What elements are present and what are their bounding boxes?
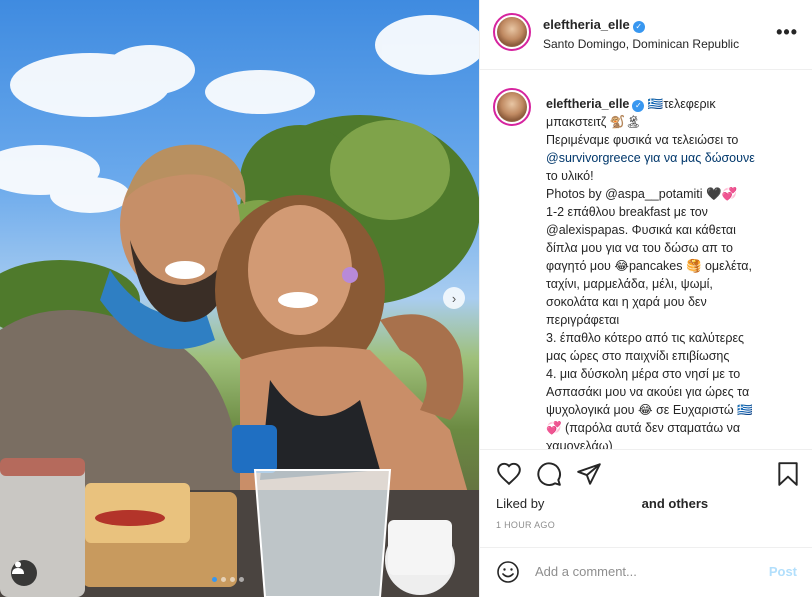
- carousel-dot: [239, 577, 244, 582]
- user-tag-button[interactable]: [11, 560, 37, 586]
- carousel-dot: [230, 577, 235, 582]
- caption-line: @alexispapas. Φυσικά και κάθεται: [546, 223, 736, 237]
- post-timestamp[interactable]: 1 HOUR AGO: [496, 520, 555, 530]
- add-comment-bar: Post: [480, 547, 812, 597]
- user-tag-icon: [12, 561, 24, 574]
- caption-mention-line[interactable]: @survivorgreece για να μας δώσουνε: [546, 151, 755, 165]
- caption-line: το υλικό!: [546, 169, 594, 183]
- photo-scene: [0, 15, 479, 597]
- bookmark-icon[interactable]: [775, 461, 801, 487]
- liked-by-label: Liked by: [496, 496, 545, 511]
- comment-icon[interactable]: [536, 461, 562, 487]
- caption-line: περιγράφεται: [546, 313, 620, 327]
- more-options-icon[interactable]: •••: [776, 22, 798, 43]
- caption-line: 1-2 επάθλου breakfast με τον: [546, 205, 708, 219]
- post-comment-button[interactable]: Post: [769, 564, 797, 579]
- caption-line: 4. μια δύσκολη μέρα στο νησί με το: [546, 367, 741, 381]
- post-side-panel: eleftheria_elle ✓ Santo Domingo, Dominica…: [479, 0, 812, 597]
- carousel-indicator: [212, 577, 244, 582]
- caption-line: Photos by @aspa__potamiti 🖤💞: [546, 187, 738, 201]
- caption-line: μπακστειτζ 🐒🏝: [546, 115, 642, 129]
- caption-line: 🇬🇷τελεφερικ: [647, 97, 716, 111]
- caption-line: δίπλα μου για να του δώσω απ το: [546, 241, 733, 255]
- caption-line: 3. έπαθλο κότερο από τις καλύτερες: [546, 331, 745, 345]
- comments-area[interactable]: eleftheria_elle ✓ 🇬🇷τελεφερικ μπακστειτζ …: [480, 71, 812, 449]
- liked-by-user-link[interactable]: [548, 498, 638, 508]
- caption-username-link[interactable]: eleftheria_elle: [546, 97, 629, 111]
- comment-input[interactable]: [535, 564, 755, 579]
- post-actions: Liked by and others 1 HOUR AGO: [480, 449, 812, 547]
- chevron-right-icon: ›: [451, 290, 457, 306]
- share-icon[interactable]: [576, 461, 602, 487]
- avatar[interactable]: [493, 13, 531, 51]
- carousel-dot: [221, 577, 226, 582]
- verified-badge-icon: ✓: [632, 21, 645, 33]
- post-photo[interactable]: ›: [0, 0, 479, 597]
- emoji-icon[interactable]: [496, 560, 520, 584]
- caption-line: Ασπασάκι μου να ακούει για ώρες τα: [546, 385, 750, 399]
- heart-icon[interactable]: [496, 461, 522, 487]
- post-header: eleftheria_elle ✓ Santo Domingo, Dominica…: [480, 0, 812, 70]
- likes-summary: Liked by and others: [496, 496, 708, 511]
- post-caption: eleftheria_elle ✓ 🇬🇷τελεφερικ μπακστειτζ …: [546, 95, 804, 449]
- carousel-next-button[interactable]: ›: [443, 287, 465, 309]
- caption-line: 💞 (παρόλα αυτά δεν σταματάω να: [546, 421, 741, 435]
- avatar[interactable]: [493, 88, 531, 126]
- caption-line: ταχίνι, μαρμελάδα, μέλι, ψωμί,: [546, 277, 713, 291]
- verified-badge-icon: ✓: [632, 100, 645, 112]
- carousel-dot: [212, 577, 217, 582]
- username-link[interactable]: eleftheria_elle: [543, 17, 630, 32]
- caption-line: σοκολάτα και η χαρά μου δεν: [546, 295, 707, 309]
- caption-line: χαμογελάω): [546, 439, 613, 449]
- caption-line: Περιμέναμε φυσικά να τελειώσει το: [546, 133, 739, 147]
- caption-line: ψυχολογικά μου 😂 σε Ευχαριστώ 🇬🇷: [546, 403, 753, 417]
- and-others-link[interactable]: and others: [642, 496, 708, 511]
- caption-line: φαγητό μου 😂pancakes 🥞 ομελέτα,: [546, 259, 752, 273]
- caption-line: μας ώρες στο παιχνίδι επιβίωσης: [546, 349, 730, 363]
- location-link[interactable]: Santo Domingo, Dominican Republic: [543, 37, 739, 51]
